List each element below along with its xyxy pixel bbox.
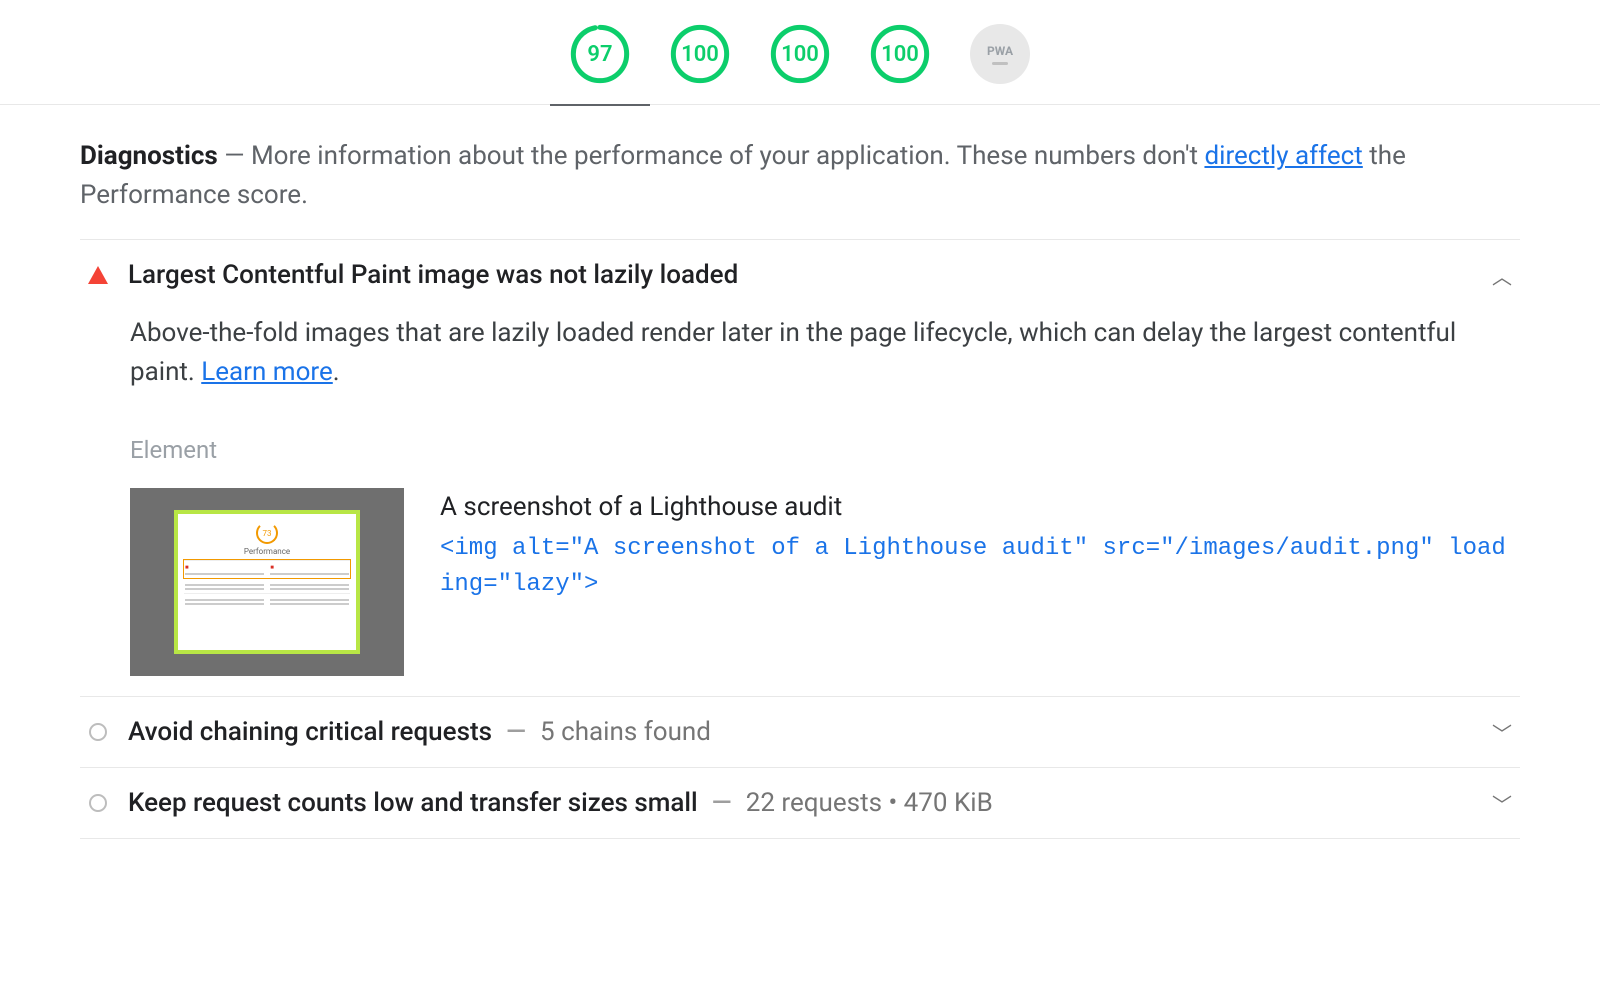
- best-practices-score-value: 100: [781, 42, 819, 67]
- audit-description: Above-the-fold images that are lazily lo…: [130, 314, 1512, 392]
- audit-request-counts: Keep request counts low and transfer siz…: [80, 767, 1520, 839]
- audit-title-text: Avoid chaining critical requests: [128, 717, 492, 747]
- main-content: Diagnostics — More information about the…: [0, 105, 1600, 839]
- audit-title-text: Keep request counts low and transfer siz…: [128, 788, 698, 818]
- diagnostics-title: Diagnostics: [80, 141, 218, 171]
- fail-triangle-icon: [88, 265, 108, 285]
- element-detail: A screenshot of a Lighthouse audit <img …: [440, 488, 1512, 603]
- element-column-label: Element: [130, 436, 1512, 464]
- neutral-circle-icon: [88, 722, 108, 742]
- thumb-gauge-icon: 73: [256, 522, 278, 544]
- chevron-up-icon: ︿: [1492, 261, 1512, 290]
- diagnostics-link[interactable]: directly affect: [1204, 141, 1362, 171]
- audit-detail-text: 5 chains found: [540, 717, 711, 747]
- accessibility-score-value: 100: [681, 42, 719, 67]
- audit-header[interactable]: Largest Contentful Paint image was not l…: [88, 260, 1512, 290]
- best-practices-score-gauge[interactable]: 100: [770, 24, 830, 84]
- active-tab-underline: [550, 104, 650, 106]
- element-alt-text: A screenshot of a Lighthouse audit: [440, 488, 1512, 527]
- category-scores-header: 97 100 100 100 PWA: [0, 0, 1600, 105]
- element-thumbnail: 73 Performance ■■: [130, 488, 404, 676]
- pwa-score-gauge[interactable]: PWA: [970, 24, 1030, 84]
- chevron-down-icon: ﹀: [1492, 789, 1512, 818]
- audit-detail-text: 22 requests • 470 KiB: [746, 788, 993, 818]
- chevron-down-icon: ﹀: [1492, 718, 1512, 747]
- audit-critical-request-chains: Avoid chaining critical requests — 5 cha…: [80, 696, 1520, 767]
- performance-score-gauge[interactable]: 97: [570, 24, 630, 84]
- accessibility-score-gauge[interactable]: 100: [670, 24, 730, 84]
- diagnostics-separator: —: [224, 141, 244, 171]
- diagnostics-heading: Diagnostics — More information about the…: [80, 137, 1520, 215]
- element-html-snippet: <img alt="A screenshot of a Lighthouse a…: [440, 531, 1512, 603]
- diagnostics-desc-part1: More information about the performance o…: [251, 141, 1205, 171]
- audit-title-text: Largest Contentful Paint image was not l…: [128, 260, 738, 290]
- learn-more-link[interactable]: Learn more: [201, 357, 333, 387]
- audit-lcp-lazy-load: Largest Contentful Paint image was not l…: [80, 239, 1520, 696]
- pwa-label: PWA: [987, 44, 1013, 58]
- performance-score-value: 97: [587, 42, 612, 67]
- pwa-bar-icon: [992, 62, 1008, 65]
- element-row: 73 Performance ■■ A screenshot of a Ligh…: [130, 488, 1512, 676]
- neutral-circle-icon: [88, 793, 108, 813]
- audit-header[interactable]: Keep request counts low and transfer siz…: [88, 788, 1512, 818]
- seo-score-gauge[interactable]: 100: [870, 24, 930, 84]
- audit-header[interactable]: Avoid chaining critical requests — 5 cha…: [88, 717, 1512, 747]
- seo-score-value: 100: [881, 42, 919, 67]
